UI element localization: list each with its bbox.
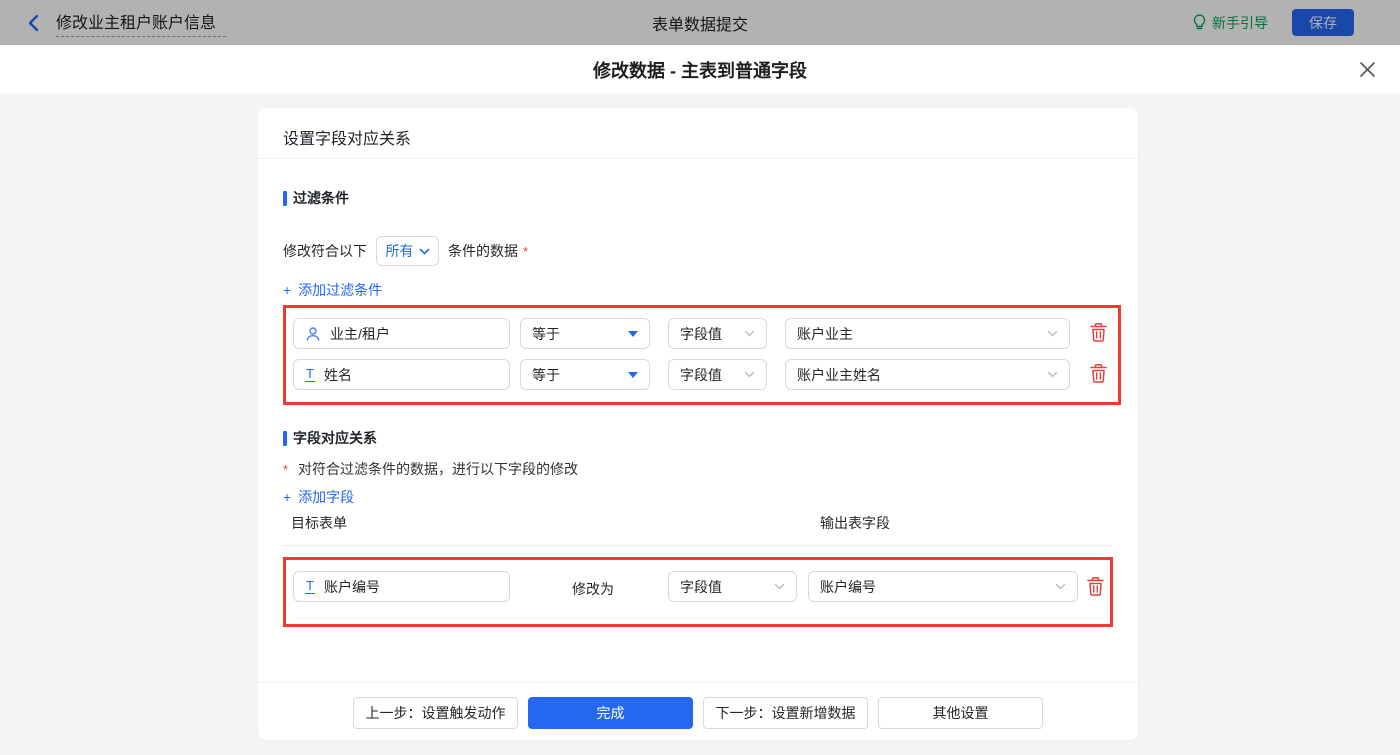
plus-icon: + [283, 282, 291, 298]
row-divider [293, 618, 1103, 619]
column-header-target-form: 目标表单 [291, 513, 347, 533]
mapping-description: * 对符合过滤条件的数据，进行以下字段的修改 [283, 459, 578, 479]
match-condition-row: 修改符合以下 所有 条件的数据 * [283, 236, 528, 266]
filter-heading-label: 过滤条件 [293, 188, 349, 208]
beginner-guide-button[interactable]: 新手引导 [1192, 13, 1268, 33]
target-field-value: 账户编号 [324, 577, 380, 597]
close-button[interactable] [1359, 61, 1376, 78]
topbar: 修改业主租户账户信息 表单数据提交 新手引导 保存 [0, 0, 1400, 45]
chevron-down-icon [1047, 330, 1058, 337]
value-value: 账户编号 [820, 577, 876, 597]
trash-icon [1089, 363, 1108, 384]
value-type-value: 字段值 [680, 324, 722, 344]
filter-rows-annotation-box: 业主/租户 等于 字段值 账户业主 [283, 305, 1121, 405]
value-select[interactable]: 账户业主姓名 [785, 359, 1070, 390]
modal-title: 修改数据 - 主表到普通字段 [593, 57, 807, 83]
other-settings-button[interactable]: 其他设置 [878, 697, 1043, 729]
chevron-down-icon [419, 248, 430, 255]
chevron-down-icon [774, 583, 785, 590]
save-button[interactable]: 保存 [1292, 9, 1354, 36]
user-icon [305, 326, 321, 342]
operator-select[interactable]: 等于 [520, 359, 650, 390]
footer-buttons: 上一步：设置触发动作 完成 下一步：设置新增数据 其他设置 [258, 697, 1138, 729]
value-value: 账户业主 [797, 324, 853, 344]
caret-down-icon [628, 331, 638, 337]
plus-icon: + [283, 489, 291, 505]
caret-down-icon [628, 372, 638, 378]
add-filter-label: 添加过滤条件 [298, 280, 382, 300]
topbar-right: 新手引导 保存 [1192, 9, 1400, 36]
lightbulb-icon [1192, 14, 1207, 31]
edit-data-modal: 修改数据 - 主表到普通字段 设置字段对应关系 过滤条件 修改符合以下 所有 条… [0, 45, 1400, 755]
match-prefix-label: 修改符合以下 [283, 241, 367, 261]
delete-row-button[interactable] [1089, 363, 1109, 385]
prev-step-button[interactable]: 上一步：设置触发动作 [353, 697, 518, 729]
close-icon [1359, 61, 1376, 78]
operator-select[interactable]: 等于 [520, 318, 650, 349]
field-mapping-card: 设置字段对应关系 过滤条件 修改符合以下 所有 条件的数据 * + 添加过滤条件 [258, 108, 1138, 740]
chevron-down-icon [744, 330, 755, 337]
add-field-link[interactable]: + 添加字段 [283, 487, 354, 507]
operator-value: 等于 [532, 324, 560, 344]
trash-icon [1086, 576, 1105, 597]
operator-value: 等于 [532, 365, 560, 385]
chevron-down-icon [744, 371, 755, 378]
divider [258, 158, 1138, 159]
value-select[interactable]: 账户业主 [785, 318, 1070, 349]
value-type-value: 字段值 [680, 365, 722, 385]
value-type-select[interactable]: 字段值 [668, 318, 767, 349]
text-field-icon: T [305, 579, 315, 594]
chevron-down-icon [1055, 583, 1066, 590]
filter-field-value: 业主/租户 [330, 324, 390, 344]
add-field-label: 添加字段 [298, 487, 354, 507]
modal-header: 修改数据 - 主表到普通字段 [0, 45, 1400, 95]
chevron-down-icon [1047, 371, 1058, 378]
done-button[interactable]: 完成 [528, 697, 693, 729]
match-suffix-label: 条件的数据 [448, 241, 518, 261]
target-field-input[interactable]: T 账户编号 [293, 571, 510, 602]
divider [283, 545, 1113, 546]
text-field-icon: T [305, 367, 315, 382]
required-asterisk: * [283, 462, 288, 477]
filter-field-value: 姓名 [324, 365, 352, 385]
delete-row-button[interactable] [1089, 322, 1109, 344]
delete-row-button[interactable] [1086, 576, 1106, 598]
mapping-section-heading: 字段对应关系 [283, 428, 377, 448]
mapping-row-annotation-box: T 账户编号 修改为 字段值 账户编号 [283, 557, 1113, 627]
filter-section-heading: 过滤条件 [283, 188, 349, 208]
mapping-description-text: 对符合过滤条件的数据，进行以下字段的修改 [298, 461, 578, 477]
column-header-output-field: 输出表字段 [820, 513, 890, 533]
guide-label: 新手引导 [1212, 13, 1268, 33]
mapping-heading-label: 字段对应关系 [293, 428, 377, 448]
value-type-select[interactable]: 字段值 [668, 571, 797, 602]
next-step-button[interactable]: 下一步：设置新增数据 [703, 697, 868, 729]
page-title: 表单数据提交 [0, 11, 1400, 35]
divider [258, 682, 1138, 683]
filter-field-input[interactable]: 业主/租户 [293, 318, 510, 349]
section-accent-bar [283, 431, 287, 446]
add-filter-condition-link[interactable]: + 添加过滤条件 [283, 280, 382, 300]
value-type-value: 字段值 [680, 577, 722, 597]
value-select[interactable]: 账户编号 [808, 571, 1078, 602]
match-mode-select[interactable]: 所有 [376, 236, 439, 266]
modify-to-label: 修改为 [558, 579, 628, 599]
value-type-select[interactable]: 字段值 [668, 359, 767, 390]
card-title: 设置字段对应关系 [283, 125, 411, 149]
required-asterisk: * [523, 244, 528, 259]
value-value: 账户业主姓名 [797, 365, 881, 385]
trash-icon [1089, 322, 1108, 343]
filter-field-input[interactable]: T 姓名 [293, 359, 510, 390]
match-mode-value: 所有 [386, 241, 414, 261]
section-accent-bar [283, 191, 287, 206]
